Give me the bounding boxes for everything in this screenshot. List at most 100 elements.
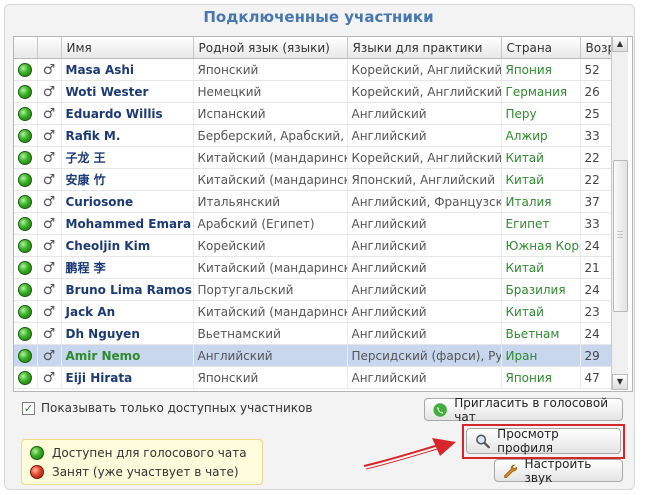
table-row[interactable]: ♂ Bruno Lima Ramos Португальский Английский… <box>14 278 616 301</box>
male-icon: ♂ <box>42 369 56 386</box>
practice-language-cell: Персидский (фарси), Русс <box>347 344 502 367</box>
name-cell: Eiji Hirata <box>61 366 194 389</box>
table-row[interactable]: ♂ Mohammed Emara Арабский (Египет) Английск… <box>14 212 616 235</box>
table-row[interactable]: ♂ 安康 竹Китайский (мандаринскийЯпонский, Ан… <box>14 168 616 191</box>
gender-cell: ♂ <box>37 278 62 301</box>
table-header: Имя Родной язык (языки) Языки для практи… <box>14 37 616 59</box>
magnifier-icon <box>476 434 490 449</box>
age-cell: 25 <box>580 102 616 125</box>
status-cell <box>14 256 38 279</box>
status-cell <box>14 80 38 103</box>
status-cell <box>14 102 38 125</box>
green-status-icon <box>18 128 33 143</box>
practice-language-cell: Корейский, Английский, Я <box>347 80 502 103</box>
age-cell: 47 <box>580 366 616 389</box>
table-row[interactable]: ♂ Cheoljin Kim Корейский Английский Южная Ко… <box>14 234 616 257</box>
invite-voice-chat-button[interactable]: Пригласить в голосовой чат <box>424 395 623 424</box>
name-cell: 鹏程 李 <box>61 256 194 279</box>
col-gender-header[interactable] <box>37 37 62 59</box>
practice-language-cell: Английский <box>347 300 502 323</box>
native-language-cell: Китайский (мандаринский <box>193 146 348 169</box>
practice-language-cell: Английский <box>347 234 502 257</box>
green-status-icon <box>18 348 33 363</box>
practice-language-cell: Японский, Английский <box>347 168 502 191</box>
table-row[interactable]: ♂ Jack AnКитайский (мандаринскийАнглийски… <box>14 300 616 323</box>
green-status-icon <box>18 150 33 165</box>
age-cell: 22 <box>580 146 616 169</box>
panel-title: Подключенные участники <box>203 8 434 26</box>
status-cell <box>14 212 38 235</box>
red-status-icon <box>30 465 44 479</box>
table-row[interactable]: ♂ Woti Wester Немецкий Корейский, Английски… <box>14 80 616 103</box>
col-native-header[interactable]: Родной язык (языки) <box>193 37 348 59</box>
invite-voice-chat-label: Пригласить в голосовой чат <box>454 395 609 424</box>
table-row[interactable]: ♂ 子龙 王Китайский (мандаринскийКорейский, А… <box>14 146 616 169</box>
male-icon: ♂ <box>42 325 56 342</box>
male-icon: ♂ <box>42 193 56 210</box>
green-status-icon <box>18 216 33 231</box>
participants-grid[interactable]: Имя Родной язык (языки) Языки для практи… <box>13 36 633 392</box>
gender-cell: ♂ <box>37 234 62 257</box>
country-cell: Перу <box>501 102 581 125</box>
country-cell: Вьетнам <box>501 322 581 345</box>
country-cell: Иран <box>501 344 581 367</box>
status-cell <box>14 278 38 301</box>
male-icon: ♂ <box>42 105 56 122</box>
green-status-icon <box>18 62 33 77</box>
col-name-header[interactable]: Имя <box>61 37 194 59</box>
gender-cell: ♂ <box>37 80 62 103</box>
col-country-header[interactable]: Страна <box>501 37 581 59</box>
name-cell: Cheoljin Kim <box>61 234 194 257</box>
gender-cell: ♂ <box>37 322 62 345</box>
scroll-thumb[interactable]: — — — <box>613 160 628 312</box>
col-status-header[interactable] <box>14 37 38 59</box>
green-status-icon <box>18 106 33 121</box>
col-practice-header[interactable]: Языки для практики <box>347 37 502 59</box>
checkmark-icon[interactable]: ✓ <box>22 401 35 415</box>
configure-sound-label: Настроить звук <box>524 456 592 485</box>
native-language-cell: Китайский (мандаринский <box>193 256 348 279</box>
gender-cell: ♂ <box>37 212 62 235</box>
name-cell: 安康 竹 <box>61 168 194 191</box>
age-cell: 22 <box>580 168 616 191</box>
table-row[interactable]: ♂ 鹏程 李Китайский (мандаринскийАнглийскийКи… <box>14 256 616 279</box>
status-cell <box>14 190 38 213</box>
gender-cell: ♂ <box>37 168 62 191</box>
green-status-icon <box>18 304 33 319</box>
table-row[interactable]: ♂ Amir Nemo Английский Персидский (фарси), … <box>14 344 616 367</box>
name-cell: Masa Ashi <box>61 58 194 81</box>
table-row[interactable]: ♂ Dh Nguyen Вьетнамский Английский Вьетнам 24 <box>14 322 616 345</box>
green-status-icon <box>18 282 33 297</box>
age-cell: 37 <box>580 190 616 213</box>
green-status-icon <box>18 194 33 209</box>
table-row[interactable]: ♂ Masa Ashi Японский Корейский, Английский Я… <box>14 58 616 81</box>
country-cell: Китай <box>501 300 581 323</box>
country-cell: Бразилия <box>501 278 581 301</box>
native-language-cell: Португальский <box>193 278 348 301</box>
country-cell: Южная Коре <box>501 234 581 257</box>
name-cell: Curiosone <box>61 190 194 213</box>
gender-cell: ♂ <box>37 124 62 147</box>
scroll-down-arrow-icon[interactable]: ▼ <box>612 374 628 390</box>
configure-sound-button[interactable]: Настроить звук <box>494 456 623 485</box>
status-cell <box>14 58 38 81</box>
table-row[interactable]: ♂ Eduardo Willis Испанский Английский Перу 25 <box>14 102 616 125</box>
table-row[interactable]: ♂ Curiosone Итальянский Английский, Француз… <box>14 190 616 213</box>
name-cell: Mohammed Emara <box>61 212 194 235</box>
native-language-cell: Английский <box>193 344 348 367</box>
scroll-up-arrow-icon[interactable]: ▲ <box>612 36 628 52</box>
view-profile-button[interactable]: Просмотр профиля <box>466 427 621 455</box>
table-row[interactable]: ♂ Eiji Hirata Японский Английский Япония 47 <box>14 366 616 389</box>
male-icon: ♂ <box>42 259 56 276</box>
vertical-scrollbar[interactable]: ▲ — — — ▼ <box>611 36 628 390</box>
native-language-cell: Корейский <box>193 234 348 257</box>
practice-language-cell: Корейский, Английский <box>347 58 502 81</box>
col-age-header[interactable]: Возр <box>580 37 616 59</box>
only-available-label: Показывать только доступных участников <box>41 401 313 415</box>
only-available-checkbox[interactable]: ✓ Показывать только доступных участников <box>22 401 312 415</box>
native-language-cell: Японский <box>193 366 348 389</box>
male-icon: ♂ <box>42 127 56 144</box>
status-cell <box>14 234 38 257</box>
status-cell <box>14 366 38 389</box>
table-row[interactable]: ♂ Rafik M.Берберский, Арабский, ФрАнглийс… <box>14 124 616 147</box>
